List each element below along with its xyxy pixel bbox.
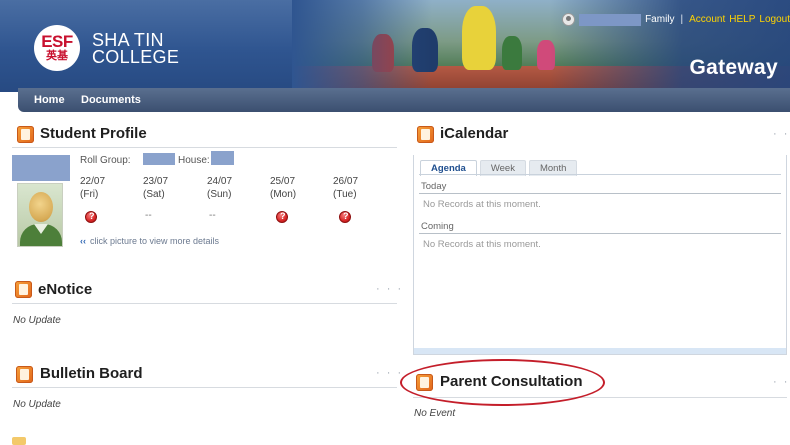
enotice-status: No Update <box>13 315 61 326</box>
date-column: 23/07 (Sat) <box>143 175 168 201</box>
calendar-tabs: Agenda Week Month <box>420 158 580 176</box>
logout-link[interactable]: Logout <box>759 14 790 25</box>
profile-hint[interactable]: ‹‹ click picture to view more details <box>80 236 219 246</box>
highlight-annotation <box>400 359 605 406</box>
logo-esf-text: ESF <box>41 32 73 51</box>
date-label: 25/07 <box>270 176 296 187</box>
school-logo[interactable]: ESF 英基 <box>34 25 80 71</box>
calendar-icon <box>417 126 434 143</box>
icalendar-more-icon[interactable]: · · <box>773 128 789 140</box>
date-label: 26/07 <box>333 176 359 187</box>
notice-icon <box>15 281 32 298</box>
enotice-more-icon[interactable]: · · · <box>376 283 403 295</box>
consultation-status: No Event <box>414 408 456 419</box>
bulletin-status: No Update <box>13 399 61 410</box>
redacted-roll-group <box>143 153 175 165</box>
nav-documents[interactable]: Documents <box>81 88 141 112</box>
consultation-more-icon[interactable]: · · <box>773 376 789 388</box>
calendar-today-empty: No Records at this moment. <box>423 199 541 210</box>
date-column: 22/07 (Fri) <box>80 175 105 201</box>
date-column: 26/07 (Tue) <box>333 175 358 201</box>
runner-figure <box>502 36 522 70</box>
profile-hint-text: click picture to view more details <box>90 236 220 246</box>
school-name-line-2: COLLEGE <box>92 47 180 67</box>
date-label: 23/07 <box>143 176 169 187</box>
student-photo[interactable] <box>17 183 63 247</box>
redacted-student-name <box>12 155 70 181</box>
portal-name: Gateway <box>689 56 778 79</box>
logo-chinese-text: 英基 <box>46 50 68 62</box>
account-link[interactable]: Account <box>689 14 725 25</box>
day-label: (Sun) <box>207 189 232 200</box>
calendar-coming-label: Coming <box>421 221 454 232</box>
date-label: 22/07 <box>80 176 106 187</box>
attendance-status: -- <box>209 210 216 221</box>
user-role: Family <box>645 14 675 26</box>
double-chevron-left-icon: ‹‹ <box>80 236 86 246</box>
attendance-status: -- <box>145 210 152 221</box>
student-profile-title: Student Profile <box>40 125 147 142</box>
redacted-house <box>211 151 234 165</box>
next-section-icon <box>12 437 26 445</box>
bulletin-more-icon[interactable]: · · · <box>376 367 403 379</box>
day-label: (Tue) <box>333 189 357 200</box>
runner-figure <box>462 6 496 70</box>
enotice-title[interactable]: eNotice <box>38 281 92 298</box>
calendar-coming-empty: No Records at this moment. <box>423 239 541 250</box>
question-mark-icon[interactable] <box>85 211 97 223</box>
school-name: SHA TIN COLLEGE <box>92 31 180 67</box>
question-mark-icon[interactable] <box>276 211 288 223</box>
nav-home[interactable]: Home <box>34 88 65 112</box>
bulletin-board-title[interactable]: Bulletin Board <box>40 365 143 382</box>
help-link[interactable]: HELP <box>729 14 755 25</box>
icalendar-title[interactable]: iCalendar <box>440 125 508 142</box>
id-card-icon <box>17 126 34 143</box>
site-header: ESF 英基 SHA TIN COLLEGE Family | Account HEL… <box>0 0 790 92</box>
day-label: (Sat) <box>143 189 165 200</box>
date-column: 24/07 (Sun) <box>207 175 232 201</box>
top-links: Family | Account HELP Logout <box>562 13 790 27</box>
bulletin-icon <box>16 366 33 383</box>
roll-group-label: Roll Group: <box>80 155 131 166</box>
day-label: (Fri) <box>80 189 99 200</box>
icalendar-panel: Agenda Week Month Today No Records at this… <box>413 155 787 355</box>
main-nav: Home Documents <box>18 88 790 112</box>
question-mark-icon[interactable] <box>339 211 351 223</box>
redacted-user-name <box>579 13 642 26</box>
house-label: House: <box>178 155 210 166</box>
calendar-today-label: Today <box>421 181 447 192</box>
user-avatar-icon <box>562 13 576 26</box>
date-column: 25/07 (Mon) <box>270 175 296 201</box>
date-label: 24/07 <box>207 176 233 187</box>
day-label: (Mon) <box>270 189 297 200</box>
